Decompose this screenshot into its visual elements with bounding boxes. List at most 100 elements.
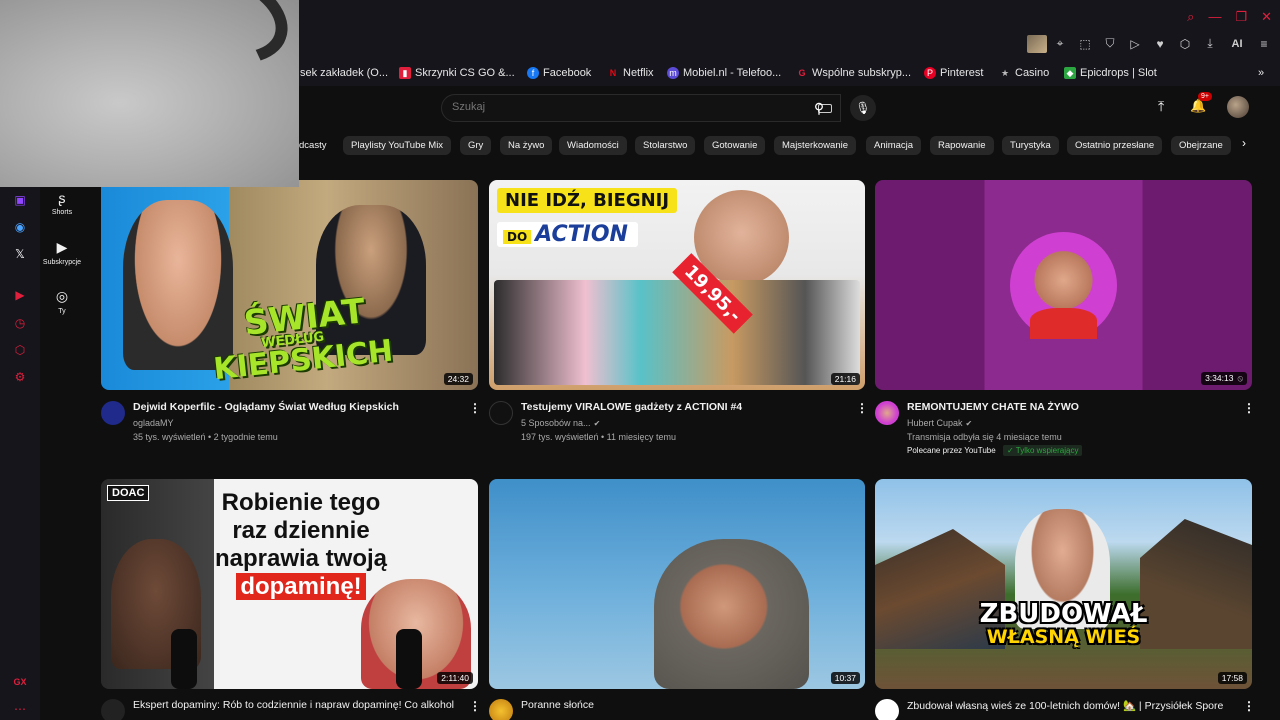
bookmark-item[interactable]: G Wspólne subskryp...: [796, 67, 911, 79]
video-title[interactable]: Poranne słońce: [521, 699, 594, 711]
channel-name[interactable]: ogladaMY: [133, 418, 174, 428]
bookmarks-more-icon[interactable]: »: [1258, 67, 1264, 79]
duration-badge: 17:58: [1217, 672, 1247, 684]
doac-badge: DOAC: [107, 485, 150, 501]
search-box: [441, 94, 841, 122]
video-title[interactable]: Zbudował własną wieś ze 100-letnich domó…: [907, 699, 1223, 712]
promo-label: Polecane przez YouTube: [907, 446, 996, 455]
video-thumbnail[interactable]: ŚWIAT WEDŁUG KIEPSKICH 24:32: [101, 180, 478, 390]
bookmark-item[interactable]: ◆ Epicdrops | Slot: [1064, 67, 1157, 79]
more-vert-icon[interactable]: ⋮: [1243, 699, 1255, 713]
bookmark-item[interactable]: P Pinterest: [924, 67, 983, 79]
messenger-icon[interactable]: ◉: [11, 218, 29, 236]
mobiel-icon: m: [667, 67, 679, 79]
guide-subscriptions[interactable]: ▶ Subskrypcje: [40, 239, 84, 266]
bookmark-item[interactable]: ★ Casino: [999, 67, 1049, 79]
chip[interactable]: Playlisty YouTube Mix: [343, 136, 452, 155]
bookmark-item[interactable]: f Facebook: [527, 67, 591, 79]
chip[interactable]: Ostatnio przesłane: [1067, 136, 1163, 155]
snapshot-icon[interactable]: ⬚: [1077, 37, 1093, 51]
more-vert-icon[interactable]: ⋮: [856, 401, 868, 415]
settings-icon[interactable]: ⚙: [11, 368, 29, 386]
video-title[interactable]: REMONTUJEMY CHATE NA ŻYWO: [907, 401, 1079, 413]
close-icon[interactable]: ✕: [1261, 9, 1272, 25]
more-vert-icon[interactable]: ⋮: [469, 699, 481, 713]
chip[interactable]: dcasty: [299, 136, 334, 155]
video-thumbnail[interactable]: ZBUDOWAŁ WŁASNĄ WIEŚ 17:58: [875, 479, 1252, 689]
chip[interactable]: Wiadomości: [559, 136, 627, 155]
bookmark-item[interactable]: N Netflix: [607, 67, 654, 79]
cs-go-icon: ▮: [399, 67, 411, 79]
gx-logo[interactable]: GX: [11, 673, 29, 691]
twitch-icon[interactable]: ▣: [11, 191, 29, 209]
video-thumbnail[interactable]: 10:37: [489, 479, 865, 689]
webcam-overlay: [0, 0, 299, 187]
extensions-icon[interactable]: ⬡: [1177, 37, 1193, 51]
maximize-icon[interactable]: ❐: [1235, 9, 1247, 25]
channel-avatar[interactable]: [101, 699, 125, 720]
search-icon[interactable]: ⚲: [800, 94, 838, 122]
thumbnail-text: ZBUDOWAŁ WŁASNĄ WIEŚ: [979, 599, 1148, 649]
channel-avatar[interactable]: [875, 699, 899, 720]
search-input[interactable]: [452, 101, 772, 113]
more-vert-icon[interactable]: ⋮: [1243, 401, 1255, 415]
epicdrops-icon: ◆: [1064, 67, 1076, 79]
chip[interactable]: Turystyka: [1002, 136, 1059, 155]
thumbnail-text: Robienie tego raz dziennie naprawia twoj…: [214, 489, 388, 601]
channel-name[interactable]: 5 Sposobów na... ✔: [521, 418, 600, 428]
video-title[interactable]: Dejwid Koperfilc - Oglądamy Świat Według…: [133, 401, 399, 413]
chip[interactable]: Stolarstwo: [635, 136, 696, 155]
more-icon[interactable]: ⋯: [11, 700, 29, 718]
more-vert-icon[interactable]: ⋮: [469, 401, 481, 415]
shield-icon[interactable]: ⛉: [1102, 36, 1118, 51]
chip[interactable]: Majsterkowanie: [774, 136, 856, 155]
search-tabs-icon[interactable]: ⌕: [1187, 9, 1194, 25]
download-icon[interactable]: ⤓: [1202, 36, 1218, 51]
notifications-icon[interactable]: 🔔 9+: [1190, 92, 1212, 114]
chip[interactable]: Obejrzane: [1171, 136, 1231, 155]
upload-icon[interactable]: ⤒: [1158, 98, 1164, 115]
channel-avatar[interactable]: [489, 401, 513, 425]
bookmark-item[interactable]: sek zakładek (O...: [300, 67, 388, 79]
shorts-icon: ʂ: [58, 190, 66, 206]
chip[interactable]: Na żywo: [500, 136, 553, 155]
microphone-icon[interactable]: 🎙: [850, 95, 876, 121]
netflix-icon: N: [609, 68, 617, 78]
live-icon: ⦸: [1237, 373, 1243, 383]
video-thumbnail[interactable]: NIE IDŹ, BIEGNIJ DO ACTION 19,95,- 21:16: [489, 180, 865, 390]
send-icon[interactable]: ▷: [1127, 37, 1143, 51]
video-title[interactable]: Testujemy VIRALOWE gadżety z ACTIONI #4: [521, 401, 742, 413]
chevron-right-icon[interactable]: ›: [1242, 136, 1246, 150]
channel-name[interactable]: Hubert Cupak ✔: [907, 418, 972, 428]
chip[interactable]: Rapowanie: [930, 136, 994, 155]
video-thumbnail[interactable]: 3:34:13 ⦸: [875, 180, 1252, 390]
channel-avatar[interactable]: [489, 699, 513, 720]
channel-avatar[interactable]: [101, 401, 125, 425]
video-meta: Transmisja odbyła się 4 miesiące temu: [907, 432, 1062, 442]
chip[interactable]: Animacja: [866, 136, 922, 155]
history-icon[interactable]: ◷: [11, 314, 29, 332]
bookmark-item[interactable]: ▮ Skrzynki CS GO &...: [399, 67, 515, 79]
facebook-icon: f: [527, 67, 539, 79]
avatar[interactable]: [1227, 96, 1249, 118]
extensions-icon[interactable]: ⬡: [11, 341, 29, 359]
channel-avatar[interactable]: [875, 401, 899, 425]
guide-shorts[interactable]: ʂ Shorts: [40, 190, 84, 216]
minimize-icon[interactable]: —: [1208, 9, 1221, 25]
duration-badge: 21:16: [830, 373, 860, 385]
player-icon[interactable]: ▶: [11, 286, 29, 304]
extension-avatar[interactable]: [1027, 34, 1047, 53]
video-title[interactable]: Ekspert dopaminy: Rób to codziennie i na…: [133, 699, 454, 711]
guide-you[interactable]: ◎ Ty: [40, 288, 84, 315]
menu-icon[interactable]: ≡: [1256, 37, 1272, 51]
ai-button[interactable]: AI: [1227, 38, 1247, 50]
x-icon[interactable]: 𝕏: [11, 245, 29, 263]
gg-icon: G: [798, 68, 806, 78]
heart-icon[interactable]: ♥: [1152, 37, 1168, 51]
chip[interactable]: Gotowanie: [704, 136, 766, 155]
pin-icon[interactable]: ⌖: [1052, 36, 1068, 51]
video-thumbnail[interactable]: DOAC Robienie tego raz dziennie naprawia…: [101, 479, 478, 689]
chip[interactable]: Gry: [460, 136, 492, 155]
duration-badge: 2:11:40: [437, 672, 473, 684]
bookmark-item[interactable]: m Mobiel.nl - Telefoo...: [667, 67, 781, 79]
